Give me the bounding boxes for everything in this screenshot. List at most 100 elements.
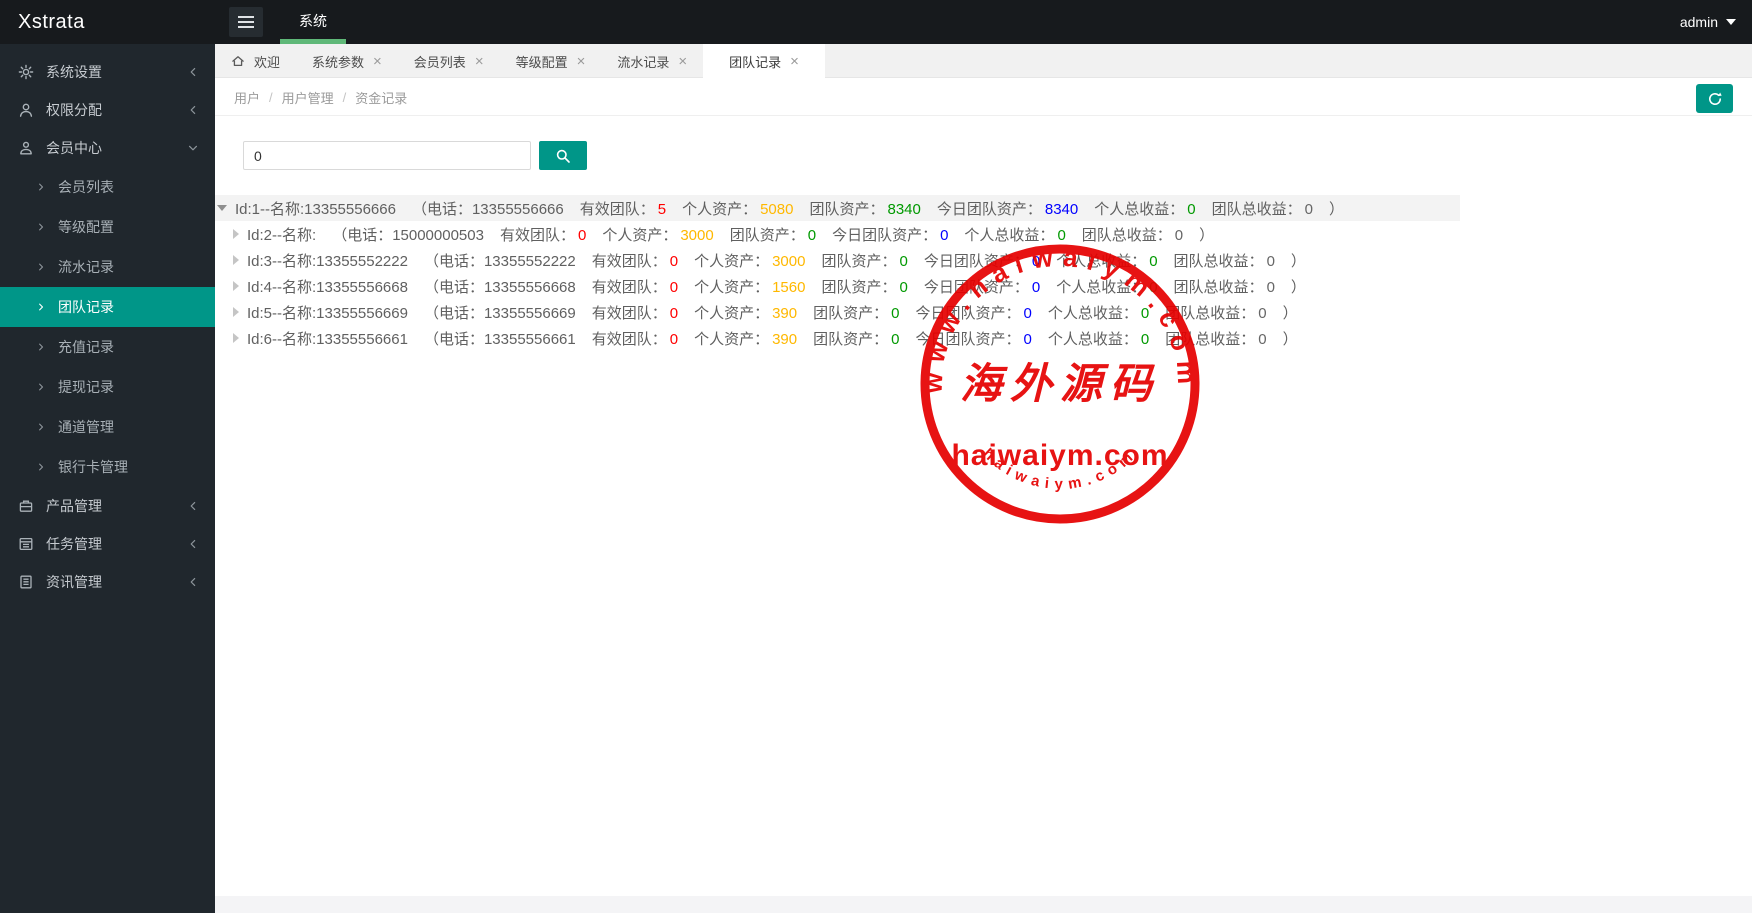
sidebar-item-label: 系统设置 [46,62,187,82]
refresh-button[interactable] [1696,84,1733,113]
caret-down-icon [1726,19,1736,25]
expand-arrow-icon[interactable] [233,229,239,239]
tab-flow-records[interactable]: 流水记录 × [601,44,703,78]
sidebar-subitem-member-list[interactable]: 会员列表 [0,167,215,207]
field-value: 5 [658,201,666,218]
sidebar-subitem-label: 充值记录 [58,337,114,357]
topbar: 系统 admin [215,0,1752,44]
expand-arrow-icon[interactable] [233,333,239,343]
tree-row[interactable]: Id:4--名称:13355556668（电话：13355556668有效团队：… [215,273,1460,299]
sidebar-item-member-center[interactable]: 会员中心 [0,129,215,167]
row-field-personal-assets: 个人资产：390 [694,302,797,323]
row-phone: （电话：13355556666 [412,198,564,219]
field-value: 0 [1024,331,1032,348]
field-label: 今日团队资产： [915,305,1020,322]
row-field-personal-assets: 个人资产：3000 [602,224,713,245]
sidebar-subitem-label: 等级配置 [58,217,114,237]
row-suffix: ） [1199,224,1214,245]
field-label: 团队总收益： [1174,279,1264,296]
breadcrumb-separator: / [343,90,347,105]
tree-row[interactable]: Id:6--名称:13355556661（电话：13355556661有效团队：… [215,325,1460,351]
sidebar-item-label: 资讯管理 [46,572,187,592]
tab-welcome[interactable]: 欢迎 [215,44,296,78]
tree-row[interactable]: Id:2--名称:（电话：15000000503有效团队：0个人资产：3000团… [215,221,1460,247]
row-field-team-total-income: 团队总收益：0 [1174,250,1275,271]
expand-arrow-icon[interactable] [233,281,239,291]
field-value: 390 [772,331,797,348]
tree-list: Id:1--名称:13355556666（电话：13355556666有效团队：… [215,195,1752,351]
tab-close-icon[interactable]: × [373,54,382,69]
field-label: 个人资产： [682,201,757,218]
sidebar-subitem-withdraw-records[interactable]: 提现记录 [0,367,215,407]
row-field-team-assets: 团队资产：0 [813,328,899,349]
collapse-arrow-icon[interactable] [217,205,227,211]
topnav-item-system[interactable]: 系统 [280,0,346,44]
tab-system-params[interactable]: 系统参数 × [296,44,398,78]
tab-label: 系统参数 [312,52,364,71]
field-value: 0 [1258,331,1266,348]
toolbar: 用户/用户管理/资金记录 [215,78,1752,116]
row-field-personal-assets: 个人资产：390 [694,328,797,349]
row-field-valid-team: 有效团队：0 [592,302,678,323]
row-field-today-team-assets: 今日团队资产：0 [915,328,1031,349]
user-menu[interactable]: admin [1680,0,1736,44]
tab-close-icon[interactable]: × [577,54,586,69]
news-icon [18,574,34,590]
tab-team-records[interactable]: 团队记录× [703,44,825,78]
tab-close-icon[interactable]: × [678,54,687,69]
tree-row[interactable]: Id:1--名称:13355556666（电话：13355556666有效团队：… [215,195,1460,221]
field-value: 3000 [772,253,805,270]
breadcrumb-item[interactable]: 用户管理 [282,88,334,107]
menu-toggle-button[interactable] [229,7,263,37]
row-field-team-assets: 团队资产：0 [813,302,899,323]
expand-arrow-icon[interactable] [233,255,239,265]
tab-label: 会员列表 [414,52,466,71]
sidebar-item-permission-assign[interactable]: 权限分配 [0,91,215,129]
field-value: 0 [899,279,907,296]
sidebar-subitem-flow-records[interactable]: 流水记录 [0,247,215,287]
sidebar-item-news-manage[interactable]: 资讯管理 [0,563,215,601]
sidebar-item-system-settings[interactable]: 系统设置 [0,53,215,91]
sidebar-subitem-bankcard-manage[interactable]: 银行卡管理 [0,447,215,487]
tree-row[interactable]: Id:3--名称:13355552222（电话：13355552222有效团队：… [215,247,1460,273]
sidebar-item-product-manage[interactable]: 产品管理 [0,487,215,525]
sidebar-item-label: 产品管理 [46,496,187,516]
sidebar-subitem-recharge-records[interactable]: 充值记录 [0,327,215,367]
breadcrumb-item[interactable]: 用户 [234,88,260,107]
sidebar-subitem-team-records[interactable]: 团队记录 [0,287,215,327]
expand-arrow-icon[interactable] [233,307,239,317]
chevron-right-icon [36,422,46,432]
field-label: 有效团队： [580,201,655,218]
field-value: 8340 [1045,201,1078,218]
search-button[interactable] [539,141,587,170]
row-id-name: Id:6--名称:13355556661 [247,328,408,349]
tree-row[interactable]: Id:5--名称:13355556669（电话：13355556669有效团队：… [215,299,1460,325]
sidebar-item-task-manage[interactable]: 任务管理 [0,525,215,563]
search-icon [555,148,571,164]
tab-label: 等级配置 [516,52,568,71]
sidebar-subitem-label: 银行卡管理 [58,457,128,477]
tab-close-icon[interactable]: × [475,54,484,69]
field-label: 个人总收益： [1094,201,1184,218]
sidebar-subitem-label: 会员列表 [58,177,114,197]
field-value: 0 [1141,305,1149,322]
field-label: 个人总收益： [964,227,1054,244]
tab-label: 流水记录 [617,52,669,71]
sidebar-item-label: 会员中心 [46,138,187,158]
breadcrumb-item[interactable]: 资金记录 [355,88,407,107]
tab-level-config[interactable]: 等级配置 × [500,44,602,78]
tab-label: 欢迎 [254,52,280,71]
field-value: 8340 [887,201,920,218]
tab-member-list[interactable]: 会员列表 × [398,44,500,78]
field-label: 团队资产： [813,305,888,322]
field-label: 今日团队资产： [937,201,1042,218]
sidebar-subitem-channel-manage[interactable]: 通道管理 [0,407,215,447]
field-label: 有效团队： [592,253,667,270]
field-label: 团队总收益： [1165,331,1255,348]
row-field-personal-total-income: 个人总收益：0 [1094,198,1195,219]
search-input[interactable] [243,141,531,170]
sidebar-subitem-level-config[interactable]: 等级配置 [0,207,215,247]
field-value: 0 [1267,279,1275,296]
row-id-name: Id:3--名称:13355552222 [247,250,408,271]
tab-close-icon[interactable]: × [790,54,799,69]
